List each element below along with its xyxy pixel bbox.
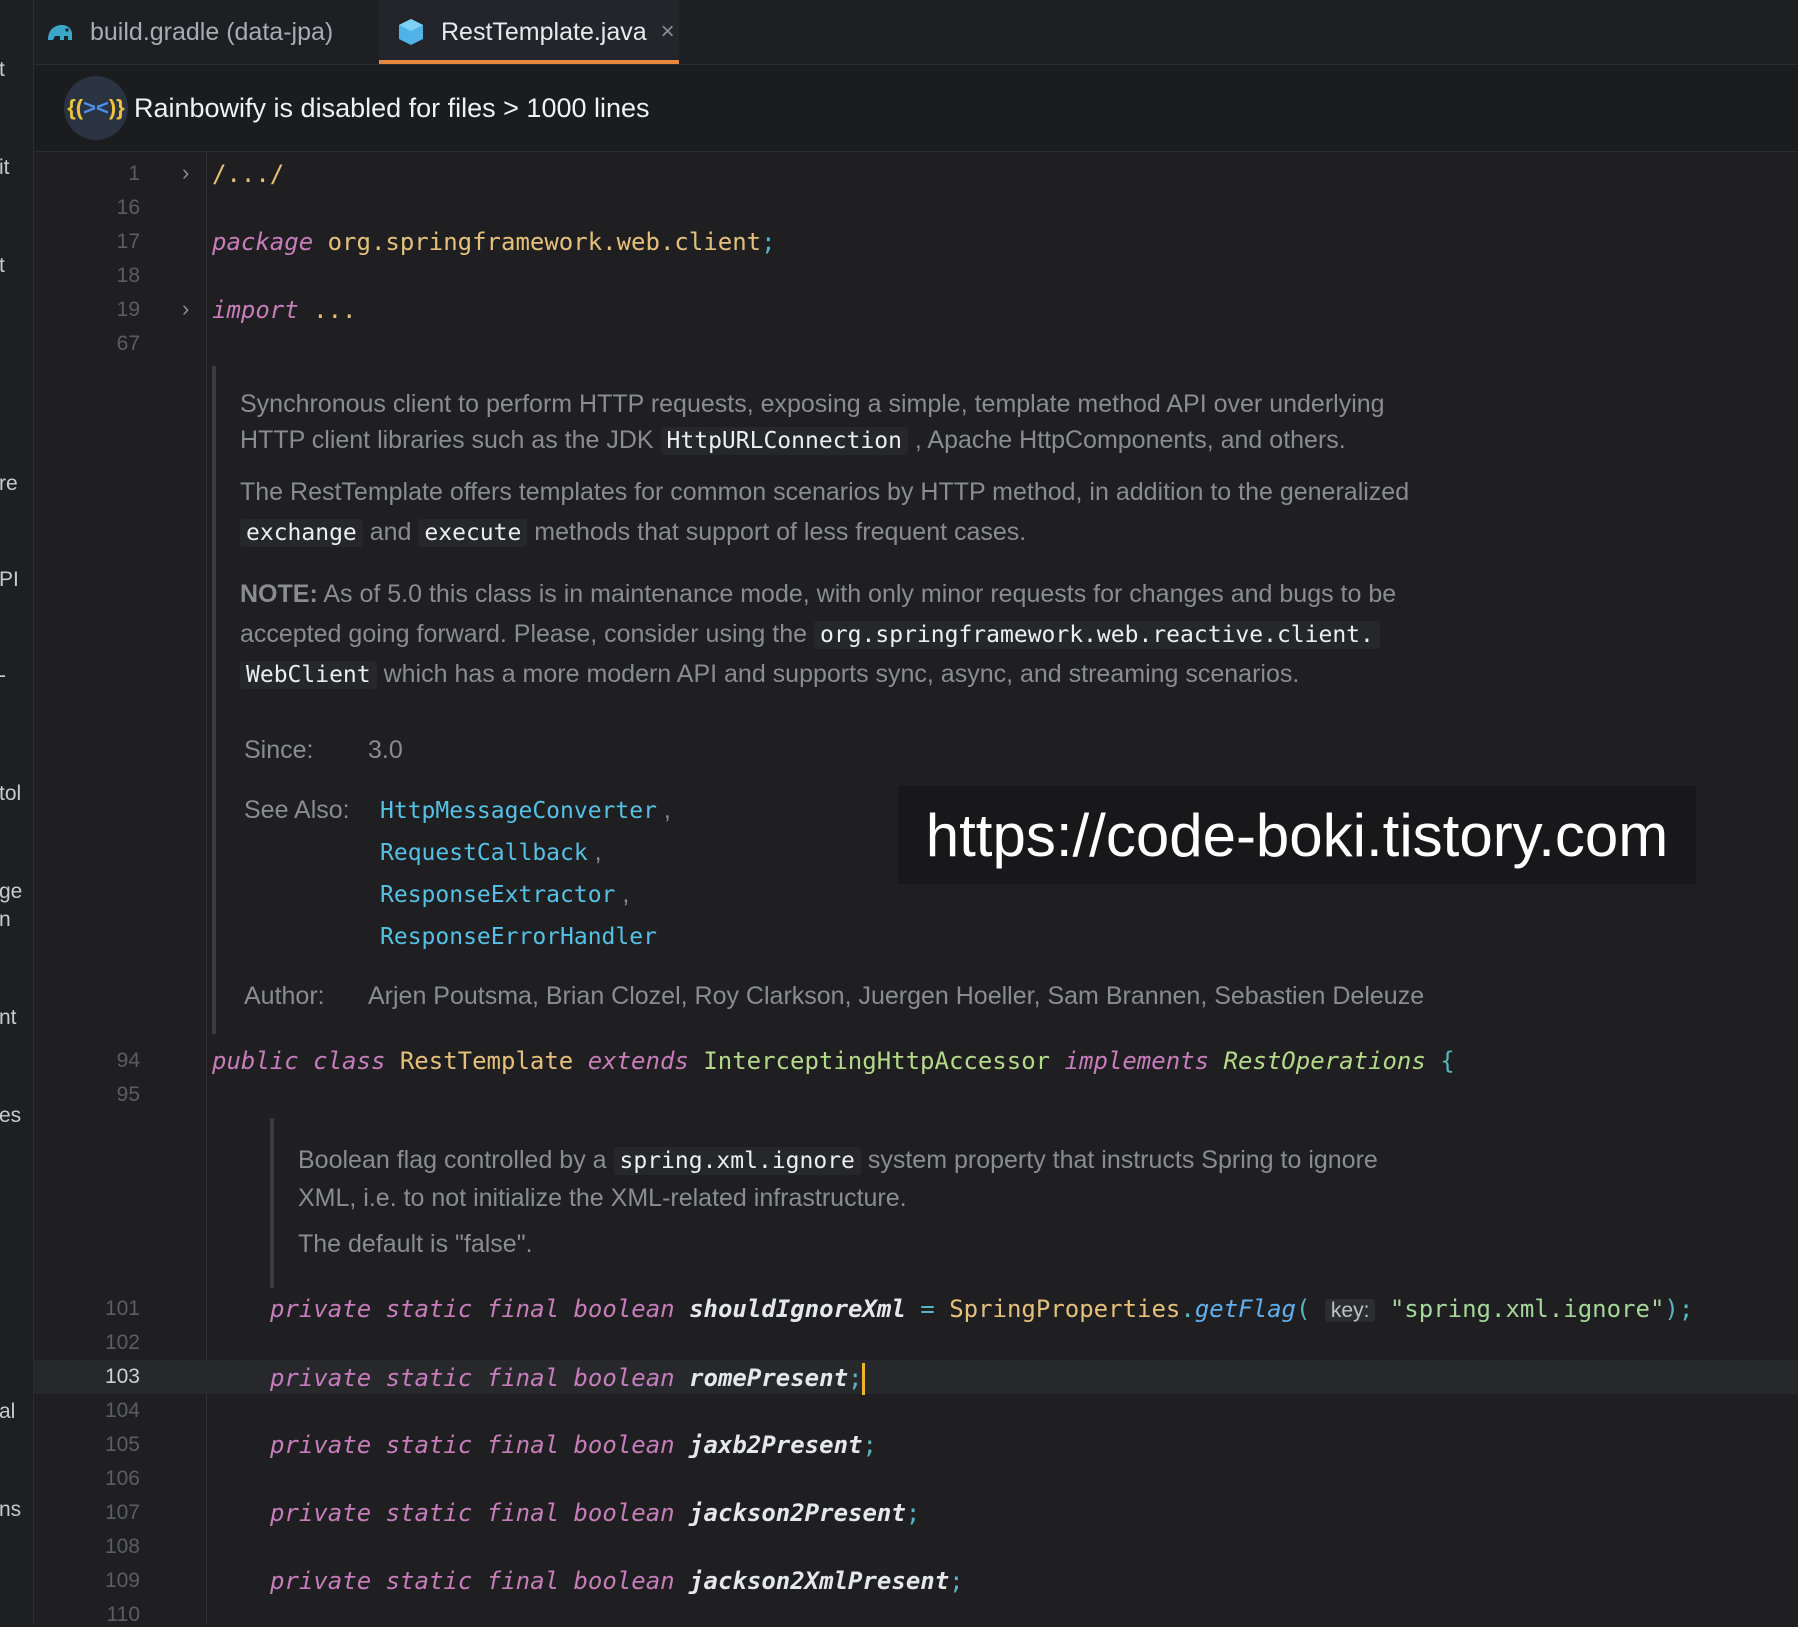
code-line-field-should-ignore-xml: private static final boolean shouldIgnor… (270, 1295, 1694, 1323)
parameter-hint: key: (1324, 1299, 1376, 1322)
strip-fragment: ge (0, 880, 23, 903)
doc-see-link[interactable]: RequestCallback , (380, 834, 602, 871)
doc-author-value: Arjen Poutsma, Brian Clozel, Roy Clarkso… (368, 982, 1425, 1010)
line-number: 16 (116, 196, 140, 219)
strip-fragment: re (0, 472, 18, 495)
doc-line: Boolean flag controlled by a spring.xml.… (298, 1146, 1378, 1175)
doc-line: The RestTemplate offers templates for co… (240, 478, 1410, 506)
doc-see-link[interactable]: ResponseExtractor , (380, 876, 629, 913)
code-line-field-jaxb2-present: private static final boolean jaxb2Presen… (270, 1431, 877, 1459)
strip-fragment: - (0, 664, 6, 688)
doc-since-value: 3.0 (368, 736, 403, 764)
strip-fragment: t (0, 58, 5, 82)
line-number: 107 (104, 1501, 140, 1524)
tab-build-gradle[interactable]: build.gradle (data-jpa) (44, 0, 333, 64)
gutter-divider (206, 152, 207, 1624)
line-number-current: 103 (104, 1365, 140, 1388)
line-number: 94 (116, 1049, 140, 1072)
line-number: 109 (104, 1569, 140, 1592)
code-line-import: import ... (212, 296, 357, 324)
javadoc-class: Synchronous client to perform HTTP reque… (212, 366, 1616, 1034)
strip-fragment: tol (0, 782, 22, 805)
tab-label: RestTemplate.java (441, 17, 647, 46)
line-number: 104 (104, 1399, 140, 1422)
doc-author-label: Author: (244, 982, 325, 1010)
doc-line: Synchronous client to perform HTTP reque… (240, 390, 1385, 418)
doc-line: XML, i.e. to not initialize the XML-rela… (298, 1184, 907, 1212)
strip-fragment: PI (0, 568, 19, 591)
doc-see-link[interactable]: ResponseErrorHandler (380, 918, 657, 955)
line-number: 1 (128, 162, 140, 185)
doc-line: exchange and execute methods that suppor… (240, 514, 1026, 551)
strip-fragment: it (0, 156, 10, 179)
doc-since-label: Since: (244, 736, 314, 764)
strip-fragment: al (0, 1400, 16, 1423)
java-class-icon (399, 19, 423, 45)
code-line-field-jackson2-present: private static final boolean jackson2Pre… (270, 1499, 921, 1527)
strip-fragment: t (0, 254, 5, 278)
line-number: 95 (116, 1083, 140, 1106)
text-caret (862, 1363, 866, 1395)
tab-rest-template[interactable]: RestTemplate.java × (379, 0, 679, 64)
line-number: 106 (104, 1467, 140, 1490)
line-number: 110 (106, 1603, 140, 1626)
line-number: 67 (116, 332, 140, 355)
code-line-class-declaration: public class RestTemplate extends Interc… (212, 1047, 1455, 1075)
line-number: 105 (104, 1433, 140, 1456)
tab-label: build.gradle (data-jpa) (90, 17, 334, 46)
doc-line: accepted going forward. Please, consider… (240, 616, 1380, 653)
code-line-package: package org.springframework.web.client; (212, 228, 776, 256)
gradle-elephant-icon (48, 25, 72, 40)
doc-see-link[interactable]: HttpMessageConverter , (380, 792, 671, 829)
doc-line: The default is "false". (298, 1230, 533, 1258)
line-number: 102 (104, 1331, 140, 1354)
doc-line: HTTP client libraries such as the JDK Ht… (240, 426, 1346, 455)
code-line-folded-header: /.../ (212, 160, 285, 188)
line-number: 101 (104, 1297, 140, 1320)
strip-fragment: es (0, 1104, 22, 1127)
strip-fragment: nt (0, 1006, 17, 1029)
doc-line: NOTE: As of 5.0 this class is in mainten… (240, 580, 1397, 608)
left-tool-window-strip: t it t re PI - tol ge n nt es al ns (0, 0, 34, 1624)
code-line-field-rome-present: private static final boolean romePresent… (270, 1363, 866, 1395)
rainbowify-notification: {(><)} Rainbowify is disabled for files … (34, 65, 1798, 152)
code-editor[interactable]: 1 16 17 18 19 67 94 95 101 102 103 104 1… (34, 152, 1798, 1626)
close-icon[interactable]: × (661, 18, 675, 46)
line-number: 18 (116, 264, 140, 287)
fold-chevron-icon[interactable]: › (182, 160, 189, 186)
line-number: 17 (116, 230, 140, 253)
doc-see-also-label: See Also: (244, 796, 350, 824)
javadoc-field: Boolean flag controlled by a spring.xml.… (270, 1118, 1574, 1288)
fold-chevron-icon[interactable]: › (182, 296, 189, 322)
line-number: 108 (104, 1535, 140, 1558)
notification-message: Rainbowify is disabled for files > 1000 … (134, 92, 650, 123)
rainbowify-logo-icon: {(><)} (64, 76, 128, 140)
watermark-url: https://code-boki.tistory.com (898, 786, 1696, 884)
code-line-field-jackson2-xml-present: private static final boolean jackson2Xml… (270, 1567, 964, 1595)
strip-fragment: n (0, 908, 11, 931)
doc-line: WebClient which has a more modern API an… (240, 656, 1299, 693)
line-number: 19 (116, 298, 140, 321)
editor-tab-bar: build.gradle (data-jpa) RestTemplate.jav… (34, 0, 1798, 65)
strip-fragment: ns (0, 1498, 22, 1521)
